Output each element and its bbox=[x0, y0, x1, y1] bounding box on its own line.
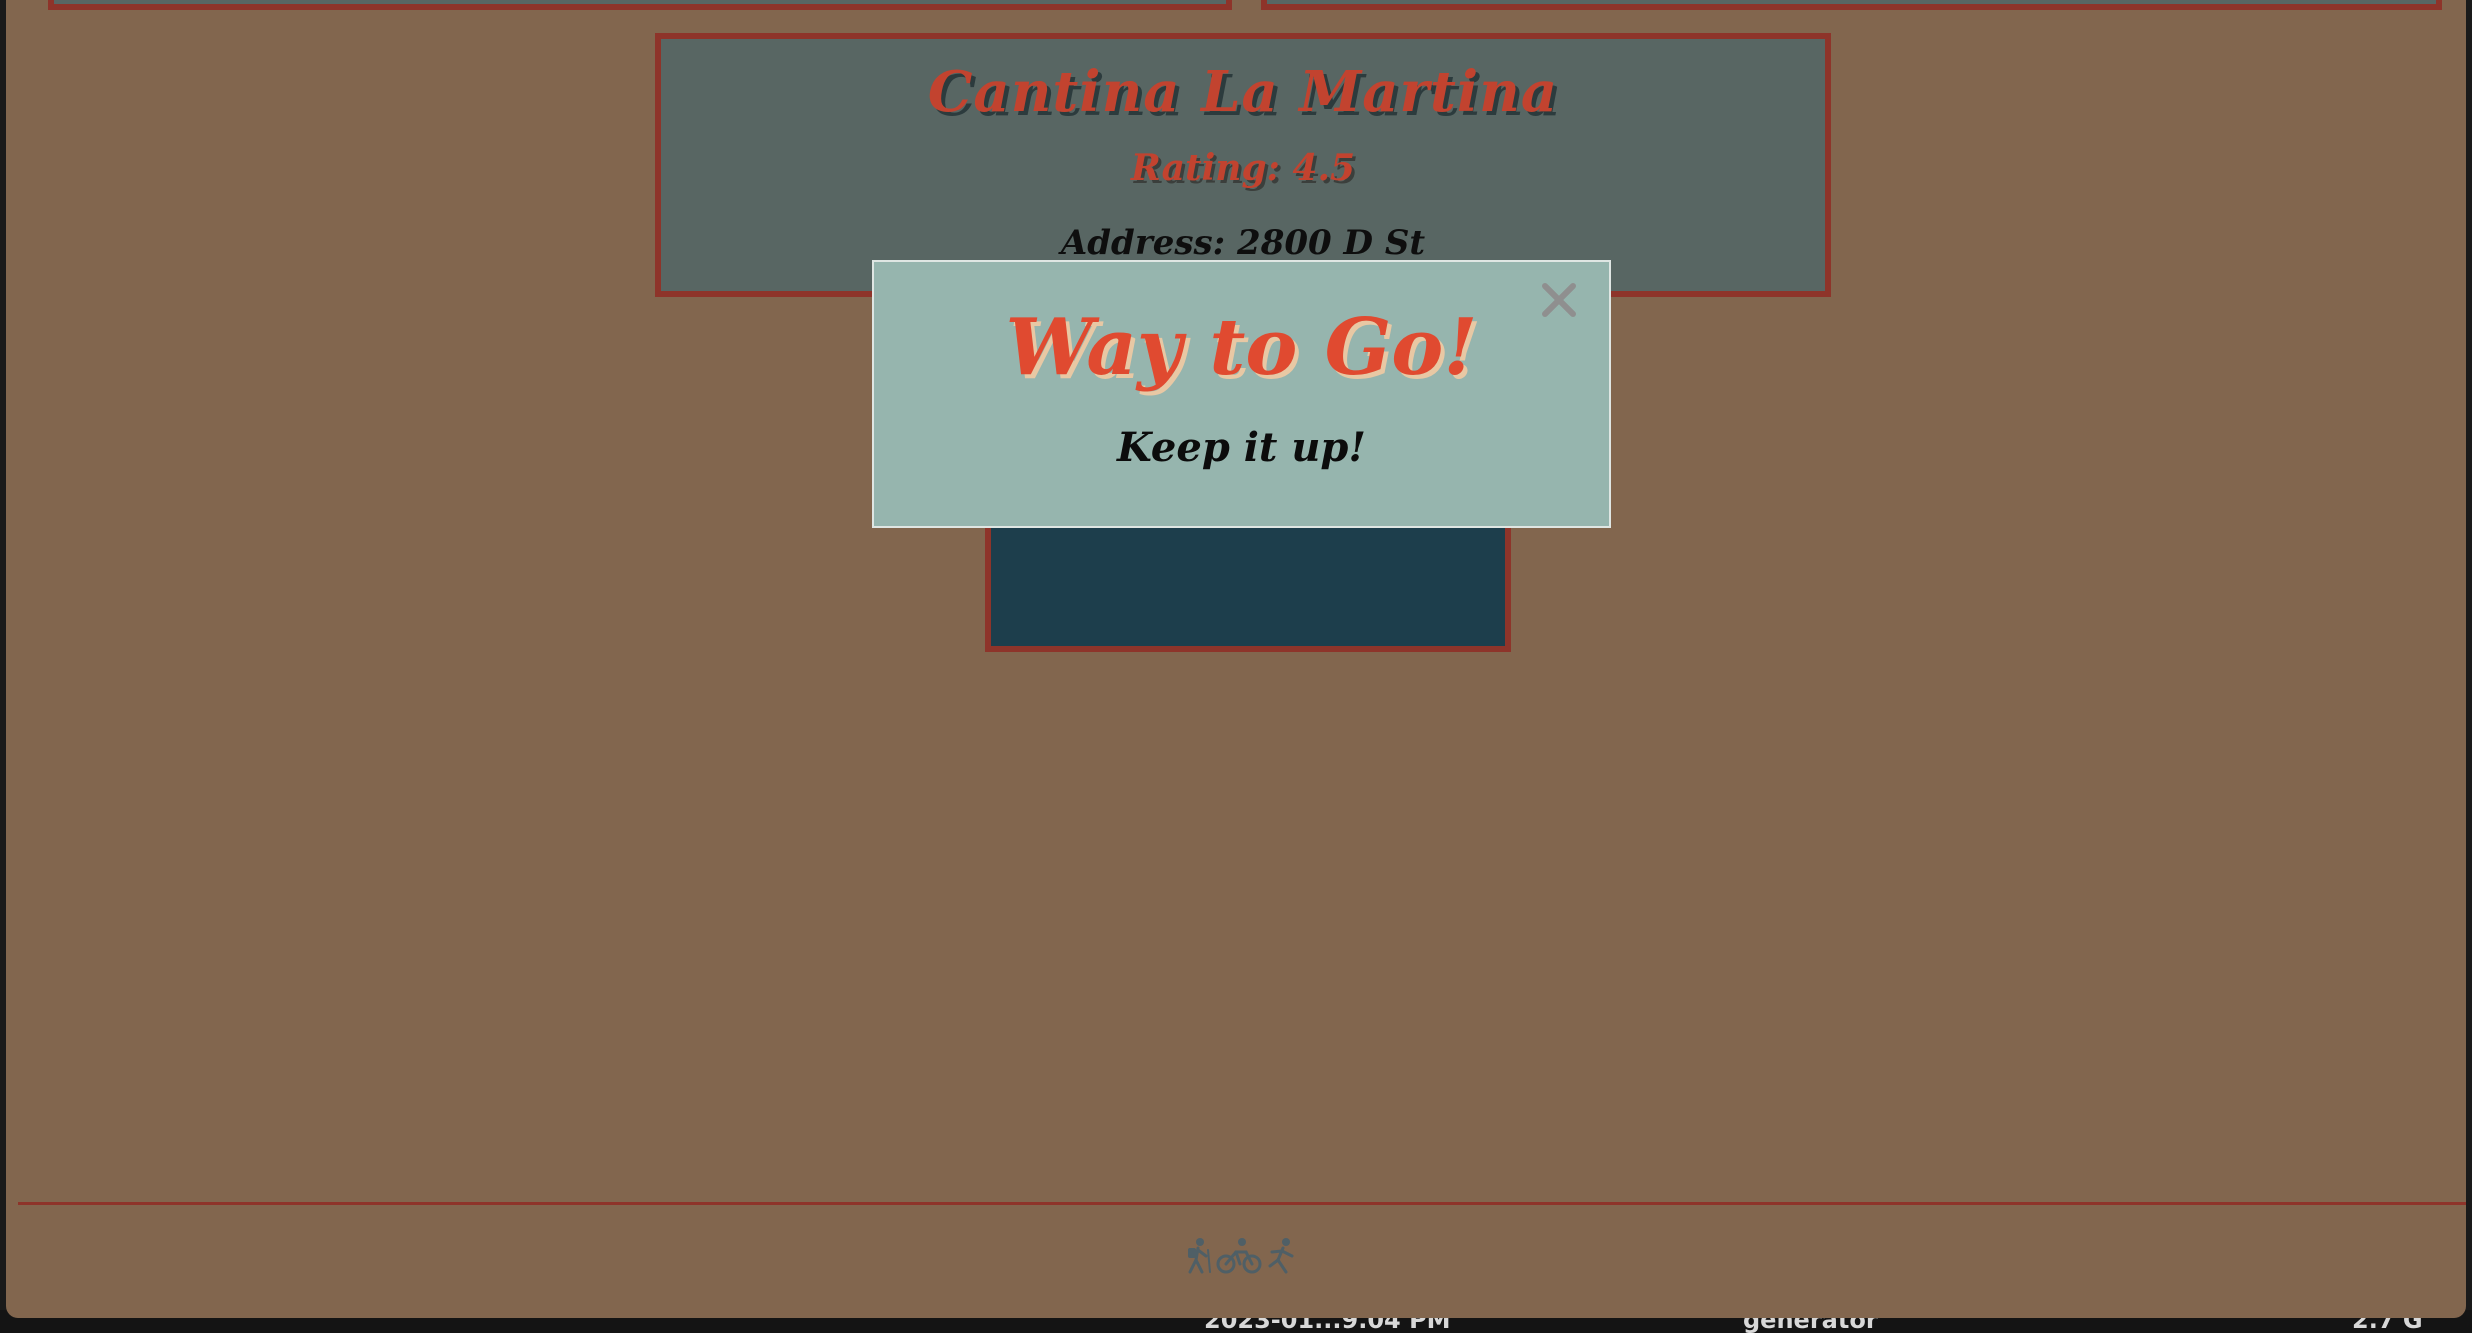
restaurant-card[interactable]: Cantina La Martina Rating: 4.5 Address: … bbox=[655, 33, 1831, 297]
footer-divider bbox=[18, 1202, 2466, 1205]
restaurant-address: Address: 2800 D St bbox=[1060, 223, 1426, 263]
action-panel bbox=[985, 515, 1511, 652]
modal-message: Keep it up! bbox=[1117, 424, 1366, 471]
restaurant-name: Cantina La Martina bbox=[927, 59, 1559, 125]
restaurant-card-previous-right[interactable] bbox=[1261, 0, 2442, 10]
hiking-icon bbox=[1188, 1238, 1211, 1274]
restaurant-card-previous-left[interactable] bbox=[48, 0, 1232, 10]
restaurant-rating: Rating: 4.5 bbox=[1130, 147, 1356, 189]
bicycle-icon bbox=[1216, 1238, 1262, 1274]
congrats-modal: Way to Go! Keep it up! bbox=[872, 260, 1611, 528]
browser-page: Cantina La Martina Rating: 4.5 Address: … bbox=[6, 0, 2466, 1318]
footer-activity-icons bbox=[1186, 1236, 1306, 1276]
modal-title: Way to Go! bbox=[1005, 302, 1478, 393]
running-icon bbox=[1268, 1238, 1294, 1274]
